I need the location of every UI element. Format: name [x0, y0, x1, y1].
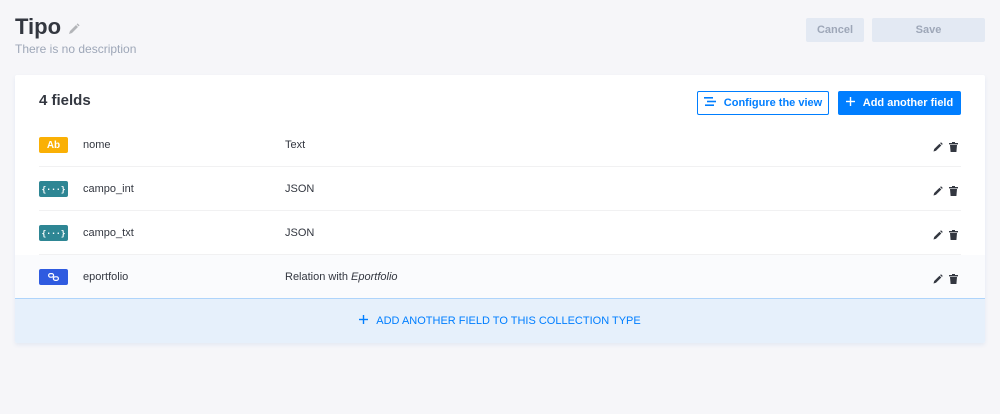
edit-pencil-icon[interactable] [933, 227, 943, 245]
text-type-icon: Ab [39, 137, 68, 153]
field-row[interactable]: {···} campo_txt JSON [15, 211, 985, 255]
field-row[interactable]: eportfolio Relation with Eportfolio [15, 255, 985, 299]
relation-target: Eportfolio [351, 271, 398, 283]
trash-icon[interactable] [949, 227, 958, 245]
add-another-field-label: Add another field [862, 97, 954, 109]
field-type: Text [285, 139, 306, 151]
field-name: nome [83, 139, 111, 151]
add-field-to-collection-label: ADD ANOTHER FIELD TO THIS COLLECTION TYP… [376, 315, 641, 327]
field-name: eportfolio [83, 271, 129, 283]
edit-title-pencil-icon[interactable] [68, 23, 80, 35]
configure-list-icon [703, 96, 716, 110]
trash-icon[interactable] [949, 271, 958, 289]
fields-list: Ab nome Text {···} campo_int JSON {···} … [15, 123, 985, 299]
field-name: campo_int [83, 183, 134, 195]
plus-icon [359, 315, 369, 327]
page-description: There is no description [15, 42, 137, 56]
add-another-field-button[interactable]: Add another field [838, 91, 961, 115]
fields-card: 4 fields Configure the view Add another … [15, 75, 985, 343]
relation-prefix: Relation with [285, 271, 348, 283]
plus-icon [845, 97, 855, 109]
field-row[interactable]: {···} campo_int JSON [15, 167, 985, 211]
edit-pencil-icon[interactable] [933, 271, 943, 289]
configure-view-label: Configure the view [723, 97, 823, 109]
page-header: Tipo There is no description [15, 14, 136, 56]
add-field-to-collection-button[interactable]: ADD ANOTHER FIELD TO THIS COLLECTION TYP… [15, 298, 985, 343]
field-row[interactable]: Ab nome Text [15, 123, 985, 167]
trash-icon[interactable] [949, 139, 958, 157]
save-button[interactable]: Save [872, 18, 985, 42]
configure-view-button[interactable]: Configure the view [697, 91, 829, 115]
field-type: JSON [285, 183, 315, 195]
relation-link-icon [39, 269, 68, 285]
field-type: Relation with Eportfolio [285, 271, 398, 283]
edit-pencil-icon[interactable] [933, 139, 943, 157]
fields-count: 4 fields [39, 92, 91, 109]
field-name: campo_txt [83, 227, 134, 239]
json-type-icon: {···} [39, 225, 68, 241]
edit-pencil-icon[interactable] [933, 183, 943, 201]
cancel-button[interactable]: Cancel [806, 18, 864, 42]
trash-icon[interactable] [949, 183, 958, 201]
json-type-icon: {···} [39, 181, 68, 197]
field-type: JSON [285, 227, 315, 239]
page-title: Tipo [15, 14, 62, 39]
